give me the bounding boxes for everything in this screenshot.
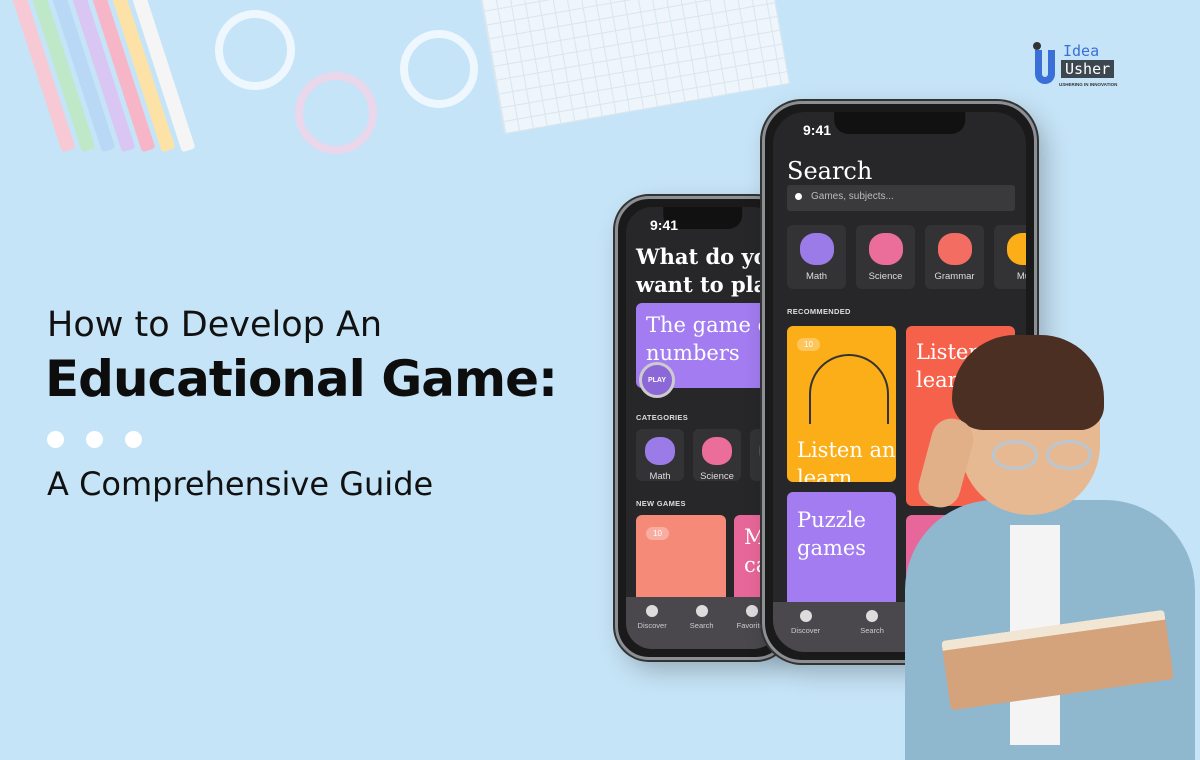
search-input[interactable]: Games, subjects... [787, 185, 1015, 211]
new-games-label: NEW GAMES [636, 499, 686, 508]
headline-line3: A Comprehensive Guide [47, 465, 434, 503]
play-button[interactable]: PLAY [639, 362, 675, 398]
logo-word-idea: Idea [1063, 42, 1100, 60]
idea-usher-logo: Idea Usher USHERING IN INNOVATION [1033, 42, 1148, 90]
headline-line2: Educational Game: [45, 350, 558, 408]
tape-ring [295, 72, 377, 154]
logo-tagline: USHERING IN INNOVATION [1059, 82, 1118, 87]
tab-discover[interactable]: Discover [791, 610, 820, 652]
featured-title: The game of six numbers [646, 313, 776, 365]
categories-label: CATEGORIES [636, 413, 689, 422]
logo-word-usher: Usher [1061, 60, 1115, 78]
headphones-illustration [809, 354, 889, 424]
tape-ring [215, 10, 295, 90]
category-grammar[interactable]: Grammar [925, 225, 984, 289]
dots-divider [47, 431, 142, 448]
recommended-label: RECOMMENDED [787, 307, 851, 316]
recommended-card-puzzle[interactable]: Puzzle games [787, 492, 896, 612]
notebook [480, 0, 790, 135]
headline-line1: How to Develop An [47, 305, 383, 345]
status-time: 9:41 [803, 122, 832, 138]
tab-search[interactable]: Search [860, 610, 884, 652]
category-science[interactable]: Science [693, 429, 741, 482]
category-math[interactable]: Math [636, 429, 684, 482]
category-music[interactable]: Mu [994, 225, 1026, 289]
tab-discover[interactable]: Discover [638, 605, 667, 649]
screen-title: Search [787, 157, 873, 185]
recommended-card-listen[interactable]: 10 Listen and learn [787, 326, 896, 482]
tab-search[interactable]: Search [690, 605, 714, 649]
status-time: 9:41 [650, 217, 679, 233]
category-math[interactable]: Math [787, 225, 846, 289]
tab-bar: Discover Search Favorites [626, 597, 779, 649]
category-science[interactable]: Science [856, 225, 915, 289]
tape-ring [400, 30, 478, 108]
search-icon [795, 193, 802, 200]
gem-badge: 10 [797, 338, 820, 351]
